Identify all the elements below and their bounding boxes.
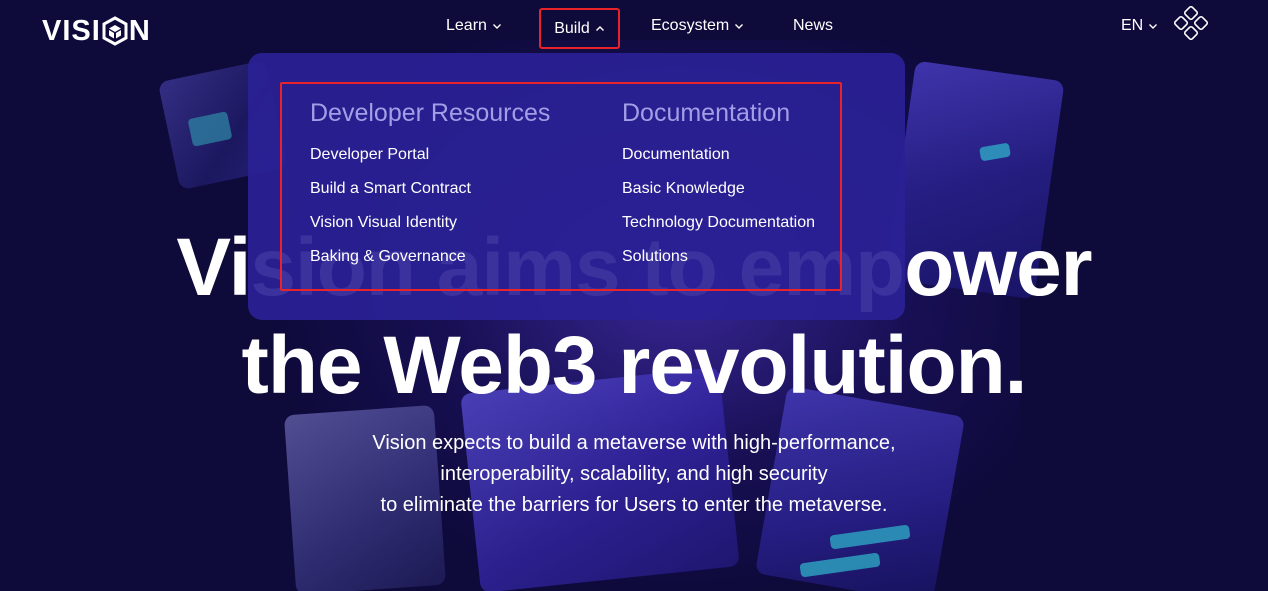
four-diamonds-icon[interactable] bbox=[1174, 6, 1208, 40]
nav-label: Build bbox=[554, 19, 590, 37]
dropdown-link-documentation[interactable]: Documentation bbox=[622, 143, 815, 177]
hero-subtitle: Vision expects to build a metaverse with… bbox=[0, 428, 1268, 521]
hero-subtitle-line-1: Vision expects to build a metaverse with… bbox=[372, 432, 896, 454]
dropdown-link-technology-documentation[interactable]: Technology Documentation bbox=[622, 211, 815, 245]
dropdown-link-solutions[interactable]: Solutions bbox=[622, 245, 815, 279]
nav-label: Ecosystem bbox=[651, 17, 730, 34]
build-dropdown-menu: Developer Resources Developer Portal Bui… bbox=[248, 53, 905, 320]
language-label: EN bbox=[1121, 17, 1144, 34]
dropdown-link-basic-knowledge[interactable]: Basic Knowledge bbox=[622, 177, 815, 211]
logo-text-left: VISI bbox=[42, 14, 101, 47]
language-selector[interactable]: EN bbox=[1121, 10, 1158, 42]
chevron-up-icon bbox=[595, 25, 604, 31]
nav-item-ecosystem[interactable]: Ecosystem bbox=[651, 10, 744, 42]
dropdown-column-developer-resources: Developer Resources Developer Portal Bui… bbox=[310, 99, 550, 279]
nav-label: Learn bbox=[446, 17, 487, 34]
dropdown-column-documentation: Documentation Documentation Basic Knowle… bbox=[622, 99, 815, 279]
hero-subtitle-line-3: to eliminate the barriers for Users to e… bbox=[380, 494, 888, 516]
dropdown-link-baking-governance[interactable]: Baking & Governance bbox=[310, 245, 550, 279]
dropdown-link-visual-identity[interactable]: Vision Visual Identity bbox=[310, 211, 550, 245]
chevron-down-icon bbox=[1149, 24, 1158, 29]
nav-item-news[interactable]: News bbox=[793, 10, 833, 42]
hero-subtitle-line-2: interoperability, scalability, and high … bbox=[440, 463, 828, 485]
chevron-down-icon bbox=[735, 24, 744, 29]
site-header: VISI N Learn Build Ecosystem News EN bbox=[0, 0, 1268, 54]
nav-item-learn[interactable]: Learn bbox=[446, 10, 502, 42]
vision-logo[interactable]: VISI N bbox=[42, 14, 151, 48]
hero-title-line-2: the Web3 revolution. bbox=[241, 320, 1028, 411]
dropdown-link-build-smart-contract[interactable]: Build a Smart Contract bbox=[310, 177, 550, 211]
dropdown-column-heading: Documentation bbox=[622, 99, 791, 127]
logo-text-right: N bbox=[128, 14, 151, 47]
nav-label: News bbox=[793, 17, 834, 34]
dropdown-link-developer-portal[interactable]: Developer Portal bbox=[310, 143, 550, 177]
logo-cube-icon bbox=[102, 16, 128, 46]
nav-item-build[interactable]: Build bbox=[539, 8, 620, 49]
chevron-down-icon bbox=[492, 24, 501, 29]
dropdown-column-heading: Developer Resources bbox=[310, 99, 551, 127]
